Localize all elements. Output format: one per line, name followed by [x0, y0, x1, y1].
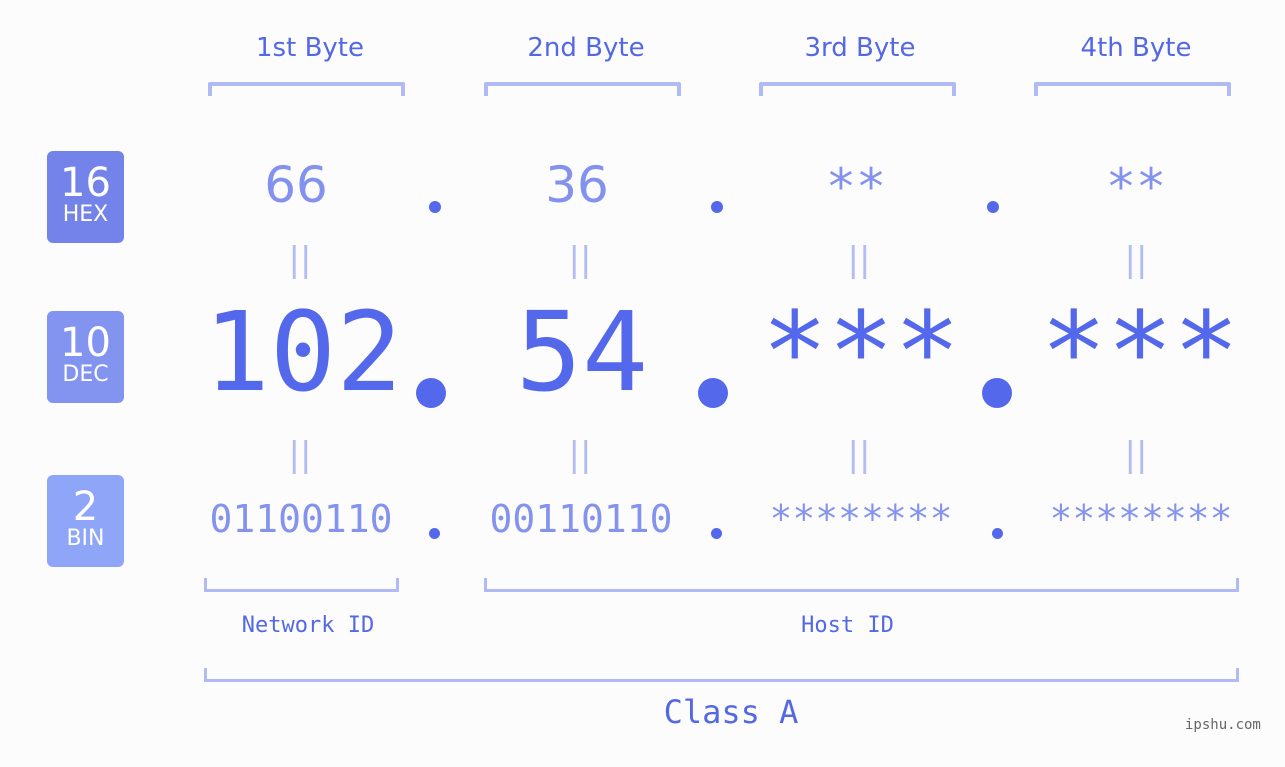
byte-header-2: 2nd Byte — [527, 33, 645, 63]
byte-bracket-3 — [759, 82, 956, 96]
hex-dot-1 — [429, 201, 441, 213]
dec-badge-number: 10 — [60, 320, 111, 366]
dec-badge: 10 DEC — [47, 311, 124, 403]
equals-icon: || — [288, 435, 312, 475]
equals-icon: || — [568, 240, 592, 280]
byte-bracket-2 — [484, 82, 681, 96]
dec-value-2: 54 — [515, 288, 649, 416]
equals-icon: || — [847, 435, 871, 475]
dec-dot-1 — [416, 378, 446, 408]
hex-dot-3 — [987, 201, 999, 213]
dec-value-3: *** — [761, 288, 961, 416]
class-label: Class A — [663, 693, 799, 731]
byte-bracket-1 — [208, 82, 405, 96]
equals-icon: || — [1124, 240, 1148, 280]
hex-badge-number: 16 — [60, 160, 111, 206]
dec-value-4: *** — [1040, 288, 1240, 416]
byte-bracket-4 — [1034, 82, 1231, 96]
network-id-bracket — [204, 578, 399, 592]
hex-value-3: ** — [825, 158, 887, 216]
equals-icon: || — [288, 240, 312, 280]
bin-value-1: 01100110 — [209, 497, 393, 541]
bin-dot-3 — [992, 528, 1003, 539]
bin-value-4: ******** — [1049, 497, 1233, 541]
bin-dot-2 — [711, 528, 722, 539]
byte-header-3: 3rd Byte — [804, 33, 916, 63]
bin-dot-1 — [429, 528, 440, 539]
hex-value-2: 36 — [545, 156, 609, 214]
dec-dot-2 — [698, 378, 728, 408]
equals-icon: || — [1124, 435, 1148, 475]
hex-badge-label: HEX — [62, 202, 109, 227]
byte-header-1: 1st Byte — [256, 33, 364, 63]
byte-header-4: 4th Byte — [1080, 33, 1192, 63]
host-id-bracket — [484, 578, 1239, 592]
hex-badge: 16 HEX — [47, 151, 124, 243]
class-bracket — [204, 668, 1239, 682]
network-id-label: Network ID — [241, 613, 375, 638]
bin-badge-label: BIN — [66, 526, 105, 551]
equals-icon: || — [568, 435, 592, 475]
bin-value-2: 00110110 — [489, 497, 673, 541]
hex-dot-2 — [711, 201, 723, 213]
bin-badge: 2 BIN — [47, 475, 124, 567]
dec-badge-label: DEC — [62, 362, 109, 387]
dec-dot-3 — [982, 378, 1012, 408]
dec-value-1: 102 — [203, 288, 403, 416]
bin-badge-number: 2 — [72, 484, 99, 530]
equals-icon: || — [847, 240, 871, 280]
hex-value-1: 66 — [264, 156, 328, 214]
hex-value-4: ** — [1105, 158, 1167, 216]
host-id-label: Host ID — [801, 613, 894, 638]
bin-value-3: ******** — [769, 497, 953, 541]
watermark: ipshu.com — [1185, 717, 1261, 733]
